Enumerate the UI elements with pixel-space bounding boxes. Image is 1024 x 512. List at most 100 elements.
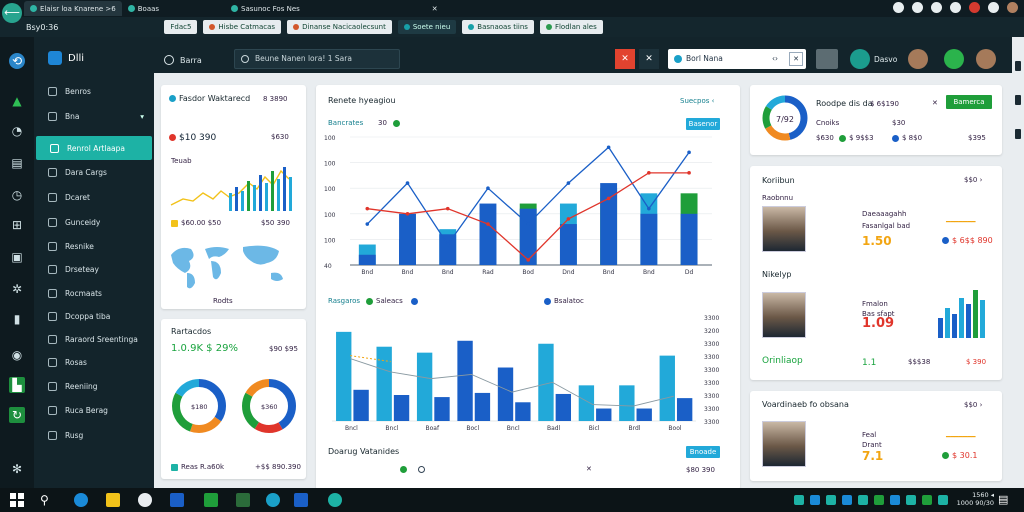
settings-icon[interactable]: ✻ bbox=[9, 461, 25, 477]
gear-icon[interactable]: ✲ bbox=[9, 281, 25, 297]
avatar[interactable] bbox=[1007, 2, 1018, 13]
power-icon[interactable]: ◉ bbox=[9, 347, 25, 363]
bookmark[interactable]: Flodlan ales bbox=[539, 20, 603, 34]
tray-icon[interactable] bbox=[826, 495, 836, 505]
sidebar-item[interactable]: Bna ▾ bbox=[34, 106, 154, 126]
sidebar-item[interactable]: Benros bbox=[34, 81, 154, 101]
notification-icon[interactable]: ▤ bbox=[998, 493, 1012, 507]
profile2-more-link[interactable]: $$0 › bbox=[964, 401, 982, 409]
search-icon[interactable]: ⚲ bbox=[40, 493, 54, 507]
settings-icon[interactable] bbox=[931, 2, 942, 13]
clear-button[interactable]: ✕ bbox=[789, 52, 803, 66]
browser-tab[interactable]: Boaas bbox=[122, 1, 165, 16]
refresh-icon[interactable]: ↻ bbox=[9, 407, 25, 423]
sidebar-item[interactable]: Ruca Berag bbox=[34, 400, 154, 420]
tray-icon[interactable] bbox=[794, 495, 804, 505]
card-icon bbox=[48, 167, 57, 177]
sidebar-item[interactable]: Reeniing bbox=[34, 376, 154, 396]
chrome-icon[interactable] bbox=[138, 493, 152, 507]
leaf-icon[interactable]: ▲ bbox=[9, 93, 25, 109]
clock-icon[interactable]: ◔ bbox=[9, 123, 25, 139]
sidebar-item[interactable]: Dara Cargs bbox=[34, 162, 154, 182]
dismiss-button[interactable]: ✕ bbox=[639, 49, 659, 69]
sidebar-item[interactable]: Drseteay bbox=[34, 259, 154, 279]
extension-icon[interactable] bbox=[912, 2, 923, 13]
bottom-x-icon[interactable]: ✕ bbox=[586, 465, 592, 473]
home-icon[interactable]: ⟲ bbox=[9, 53, 25, 69]
clock[interactable]: 1560 ◂ 1000 90/30 bbox=[957, 491, 994, 507]
summary-x-icon[interactable]: ✕ bbox=[932, 99, 938, 107]
toolbar-handle-icon[interactable] bbox=[1015, 129, 1021, 139]
chart-icon[interactable]: ▙ bbox=[9, 377, 25, 393]
tray-icon[interactable] bbox=[906, 495, 916, 505]
chart1-badge[interactable]: Basenor bbox=[686, 118, 720, 130]
app-icon[interactable] bbox=[236, 493, 250, 507]
summary-badge[interactable]: Bamerca bbox=[946, 95, 992, 109]
grey-button[interactable] bbox=[816, 49, 838, 69]
bookmark[interactable]: Dinanse Nacicaolecsunt bbox=[287, 20, 392, 34]
folder-icon bbox=[48, 111, 57, 121]
browser-tab[interactable]: Elaisr loa Knarene >6 bbox=[24, 1, 122, 16]
x-tick-label: Bnd bbox=[643, 269, 655, 276]
browser-tab-close[interactable]: ✕ bbox=[426, 1, 444, 16]
donut-center-label: 7/92 bbox=[776, 115, 794, 124]
filter-field[interactable]: Borl Nana ‹› ✕ bbox=[668, 49, 806, 69]
sidebar-item[interactable]: Dcoppa tiba bbox=[34, 306, 154, 326]
search-input[interactable]: Beune Nanen lora! 1 Sara bbox=[234, 49, 400, 69]
bookmark[interactable]: Basnaoas tiins bbox=[462, 20, 534, 34]
sidebar-item[interactable]: Rosas bbox=[34, 352, 154, 372]
app-icon[interactable] bbox=[294, 493, 308, 507]
tray-icon[interactable] bbox=[938, 495, 948, 505]
close-button[interactable]: ✕ bbox=[615, 49, 635, 69]
excel-icon[interactable] bbox=[204, 493, 218, 507]
tray-icon[interactable] bbox=[874, 495, 884, 505]
chat-icon[interactable] bbox=[944, 49, 964, 69]
main-chart-link[interactable]: Suecpos ‹ bbox=[680, 97, 714, 105]
bookmark[interactable]: Fdac5 bbox=[164, 20, 198, 34]
sidebar-item[interactable]: Dcaret bbox=[34, 187, 154, 207]
windows-start-icon[interactable] bbox=[10, 493, 24, 507]
sidebar-item[interactable]: Rusg bbox=[34, 425, 154, 445]
outlook-icon[interactable] bbox=[170, 493, 184, 507]
app-icon[interactable] bbox=[266, 493, 280, 507]
toolbar-handle-icon[interactable] bbox=[1015, 61, 1021, 71]
bookmark[interactable]: Soete nieu bbox=[397, 20, 457, 34]
tray-icon[interactable] bbox=[858, 495, 868, 505]
section-label[interactable]: Barra bbox=[164, 55, 202, 65]
line-point bbox=[405, 212, 410, 216]
user-icon[interactable] bbox=[850, 49, 870, 69]
sidebar-item[interactable]: Rocmaats bbox=[34, 283, 154, 303]
folder-icon[interactable] bbox=[106, 493, 120, 507]
brand[interactable]: Dlli bbox=[48, 51, 84, 65]
bookmark[interactable]: Hisbe Catmacas bbox=[203, 20, 282, 34]
profile-more-link[interactable]: $$0 › bbox=[964, 176, 982, 184]
profile-photo bbox=[762, 206, 806, 252]
sidebar-item[interactable]: Gunceidy bbox=[34, 212, 154, 232]
message-icon[interactable]: ▣ bbox=[9, 249, 25, 265]
profile-icon[interactable] bbox=[893, 2, 904, 13]
sidebar-item[interactable]: Raraord Sreentinga bbox=[34, 329, 154, 349]
grid-icon[interactable]: ⊞ bbox=[9, 217, 25, 233]
edge-icon[interactable] bbox=[74, 493, 88, 507]
toolbar-handle-icon[interactable] bbox=[1015, 95, 1021, 105]
tray-icon[interactable] bbox=[842, 495, 852, 505]
sidebar-item[interactable]: Resnike bbox=[34, 236, 154, 256]
back-arrow-icon[interactable]: ⟵ bbox=[2, 3, 22, 23]
bottom-badge[interactable]: Bnoade bbox=[686, 446, 720, 458]
book-icon[interactable]: ▮ bbox=[9, 311, 25, 327]
browser-tab[interactable]: Sasunoc Fos Nes bbox=[225, 1, 306, 16]
avatar[interactable] bbox=[976, 49, 996, 69]
menu-icon[interactable] bbox=[988, 2, 999, 13]
download-icon[interactable] bbox=[950, 2, 961, 13]
bar bbox=[497, 367, 514, 421]
record-icon[interactable] bbox=[969, 2, 980, 13]
avatar[interactable] bbox=[908, 49, 928, 69]
sidebar-item-active[interactable]: Renrol Artlaapa bbox=[36, 136, 152, 160]
history-icon[interactable]: ◷ bbox=[9, 187, 25, 203]
circle-icon[interactable] bbox=[418, 465, 425, 473]
tray-icon[interactable] bbox=[810, 495, 820, 505]
app-icon[interactable] bbox=[328, 493, 342, 507]
tray-icon[interactable] bbox=[890, 495, 900, 505]
tray-icon[interactable] bbox=[922, 495, 932, 505]
document-icon[interactable]: ▤ bbox=[9, 155, 25, 171]
